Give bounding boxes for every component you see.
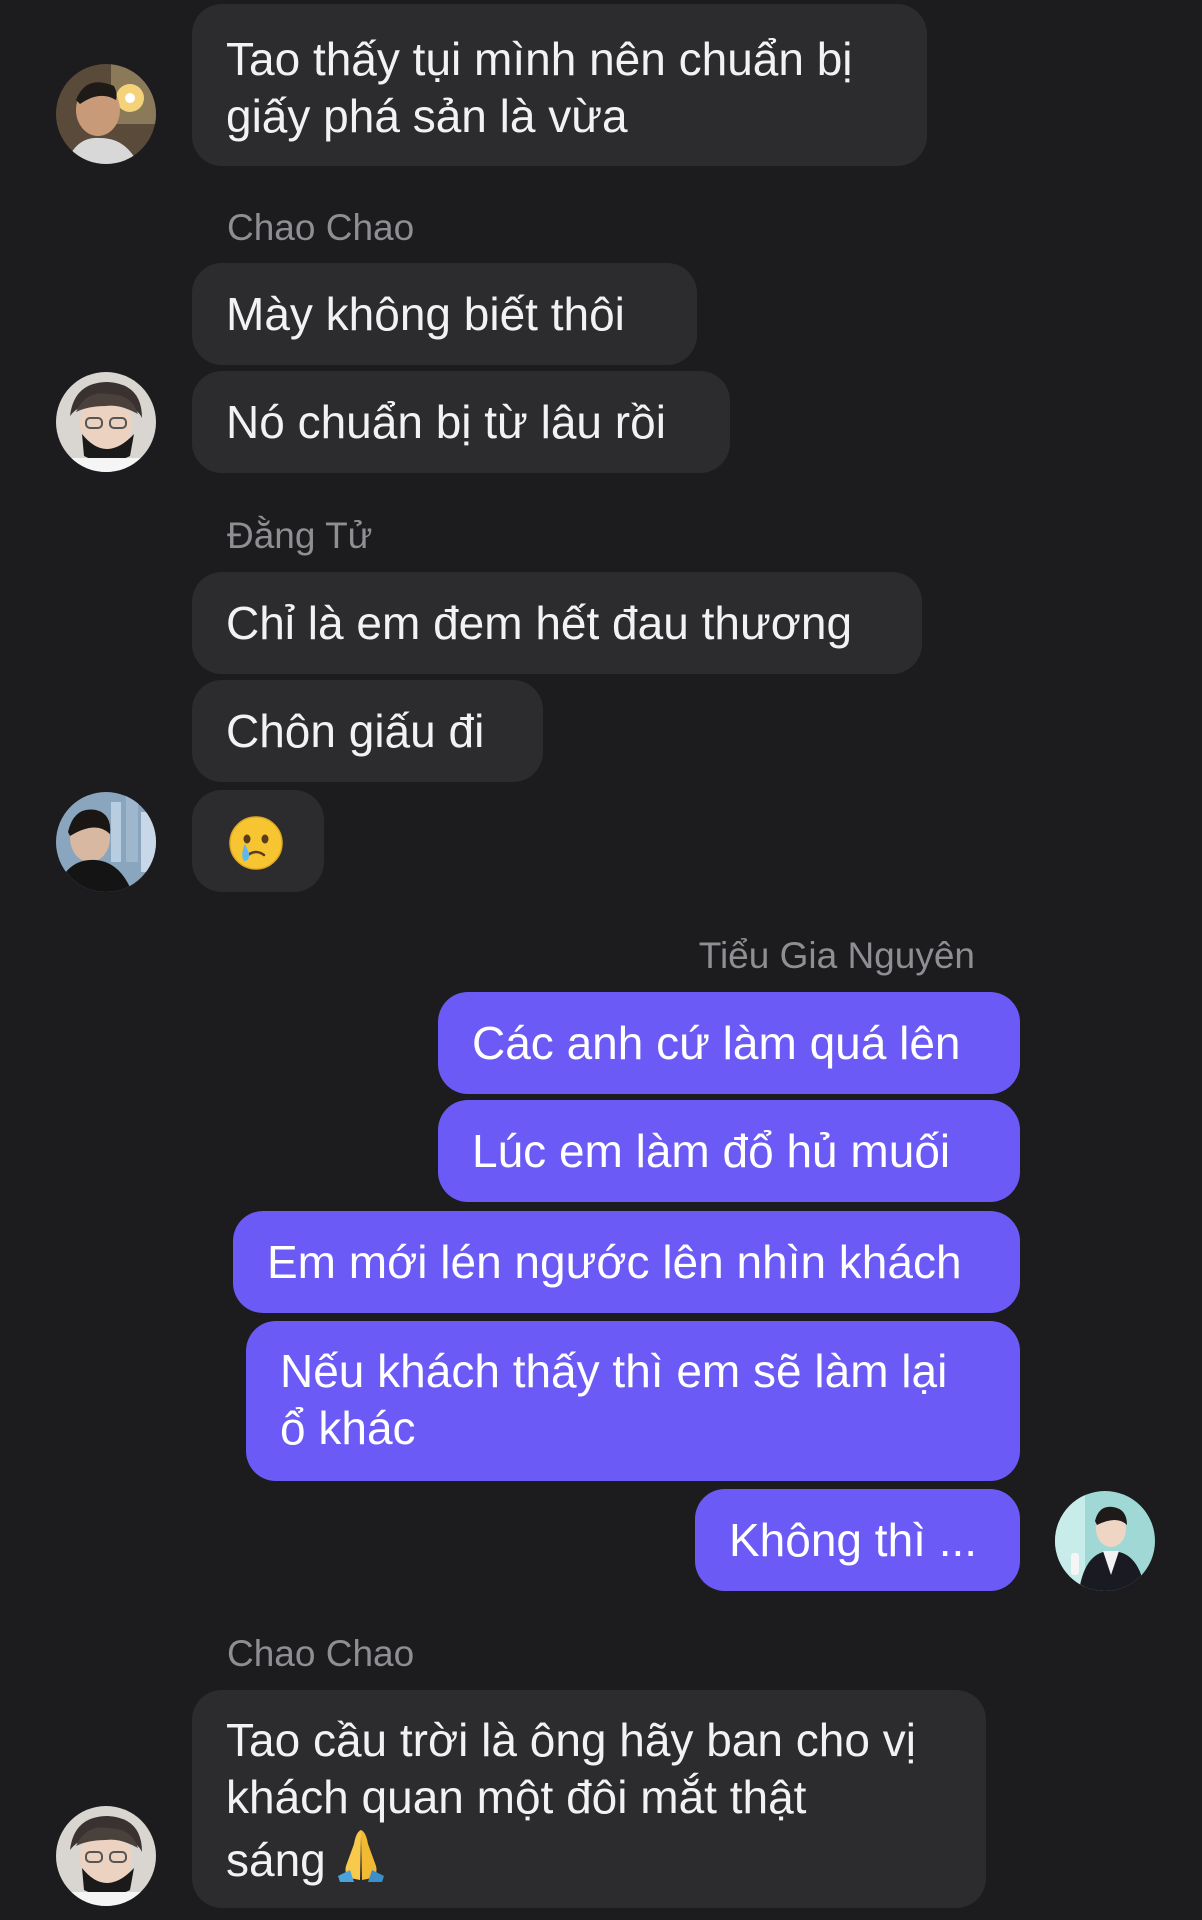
avatar-image	[56, 1806, 156, 1906]
message-bubble-incoming[interactable]: Tao thấy tụi mình nên chuẩn bị giấy phá …	[192, 4, 927, 166]
message-text: Nó chuẩn bị từ lâu rồi	[226, 395, 666, 448]
avatar-image	[1055, 1491, 1155, 1591]
sender-name: Tiểu Gia Nguyên	[698, 935, 975, 976]
message-bubble-incoming[interactable]: Chỉ là em đem hết đau thương	[192, 572, 922, 674]
message-bubble-incoming[interactable]: Mày không biết thôi	[192, 263, 697, 365]
message-bubble-emoji[interactable]	[192, 790, 324, 892]
message-text-content: Tao cầu trời là ông hãy ban cho vị khách…	[226, 1714, 916, 1886]
message-bubble-incoming[interactable]: Tao cầu trời là ông hãy ban cho vị khách…	[192, 1690, 986, 1908]
message-bubble-outgoing[interactable]: Không thì ...	[695, 1489, 1020, 1591]
avatar-contact-1[interactable]	[56, 64, 156, 164]
message-bubble-incoming[interactable]: Chôn giấu đi	[192, 680, 543, 782]
avatar-tieu-gia-nguyen[interactable]	[1055, 1491, 1155, 1591]
message-text: Chôn giấu đi	[226, 704, 485, 757]
avatar-image	[56, 372, 156, 472]
message-text: Tao cầu trời là ông hãy ban cho vị khách…	[226, 1712, 916, 1889]
message-bubble-outgoing[interactable]: Nếu khách thấy thì em sẽ làm lại ổ khác	[246, 1321, 1020, 1481]
message-text: Các anh cứ làm quá lên	[472, 1016, 961, 1069]
message-text: Không thì ...	[729, 1513, 978, 1566]
avatar-image	[56, 64, 156, 164]
sender-name: Chao Chao	[227, 207, 415, 248]
message-bubble-outgoing[interactable]: Lúc em làm đổ hủ muối	[438, 1100, 1020, 1202]
message-text: Em mới lén ngước lên nhìn khách	[267, 1235, 962, 1288]
message-bubble-outgoing[interactable]: Em mới lén ngước lên nhìn khách	[233, 1211, 1020, 1313]
avatar-chao-chao[interactable]	[56, 372, 156, 472]
message-bubble-outgoing[interactable]: Các anh cứ làm quá lên	[438, 992, 1020, 1094]
avatar-chao-chao[interactable]	[56, 1806, 156, 1906]
face-holding-back-tears-emoji	[229, 816, 283, 870]
message-text: Lúc em làm đổ hủ muối	[472, 1124, 951, 1177]
message-text: Tao thấy tụi mình nên chuẩn bị giấy phá …	[226, 33, 853, 142]
sender-name: Chao Chao	[227, 1633, 415, 1674]
avatar-image	[56, 792, 156, 892]
folded-hands-emoji	[337, 1830, 384, 1882]
message-text: Chỉ là em đem hết đau thương	[226, 596, 853, 649]
message-bubble-incoming[interactable]: Nó chuẩn bị từ lâu rồi	[192, 371, 730, 473]
message-text: Mày không biết thôi	[226, 287, 625, 340]
avatar-dang-tu[interactable]	[56, 792, 156, 892]
message-text: Nếu khách thấy thì em sẽ làm lại ổ khác	[280, 1345, 948, 1454]
sender-name: Đằng Tử	[227, 515, 373, 556]
